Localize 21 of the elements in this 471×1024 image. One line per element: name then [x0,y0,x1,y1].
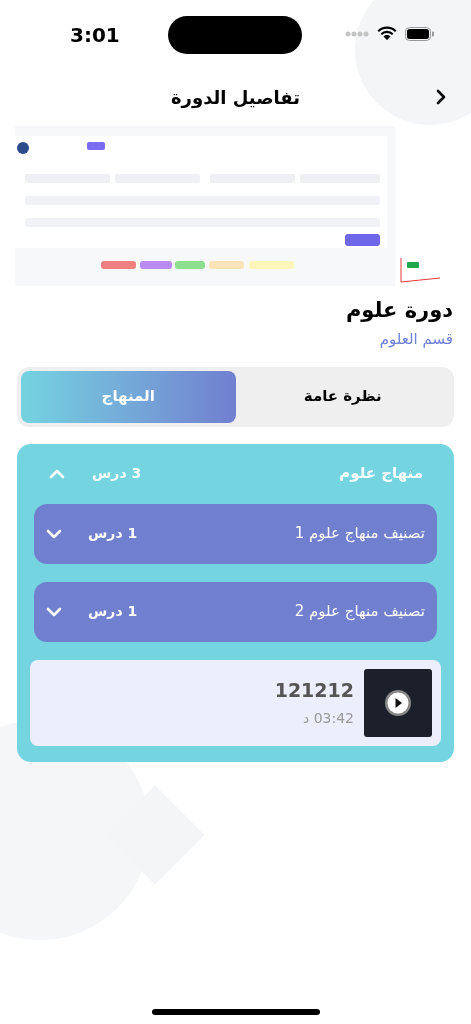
lesson-count: 1 درس [88,524,138,543]
lesson-duration: 03:42 د [302,709,354,729]
section-title: تصنيف منهاج علوم 1 [294,523,425,545]
chevron-icon [436,89,446,105]
section-title: تصنيف منهاج علوم 2 [294,601,425,623]
battery-icon [405,26,435,41]
course-title: دورة علوم [345,297,453,324]
lesson-count: 1 درس [88,602,138,621]
section-row[interactable]: تصنيف منهاج علوم 1 1 درس [34,503,437,564]
play-icon[interactable] [384,688,412,717]
curriculum-title: منهاج علوم [339,463,423,485]
tab[interactable]: المنهاج [21,370,236,423]
signal-icon [345,30,369,37]
lesson-count: 3 درس [92,464,142,483]
department-label: قسم العلوم [379,329,453,350]
section-row[interactable]: تصنيف منهاج علوم 2 1 درس [34,581,437,642]
wifi-icon [377,26,397,41]
tab[interactable]: نظرة عامة [235,370,450,423]
lesson-title: 121212 [274,677,354,703]
page-title: تفاصيل الدورة [170,85,301,111]
status-time: 3:01 [70,22,120,49]
